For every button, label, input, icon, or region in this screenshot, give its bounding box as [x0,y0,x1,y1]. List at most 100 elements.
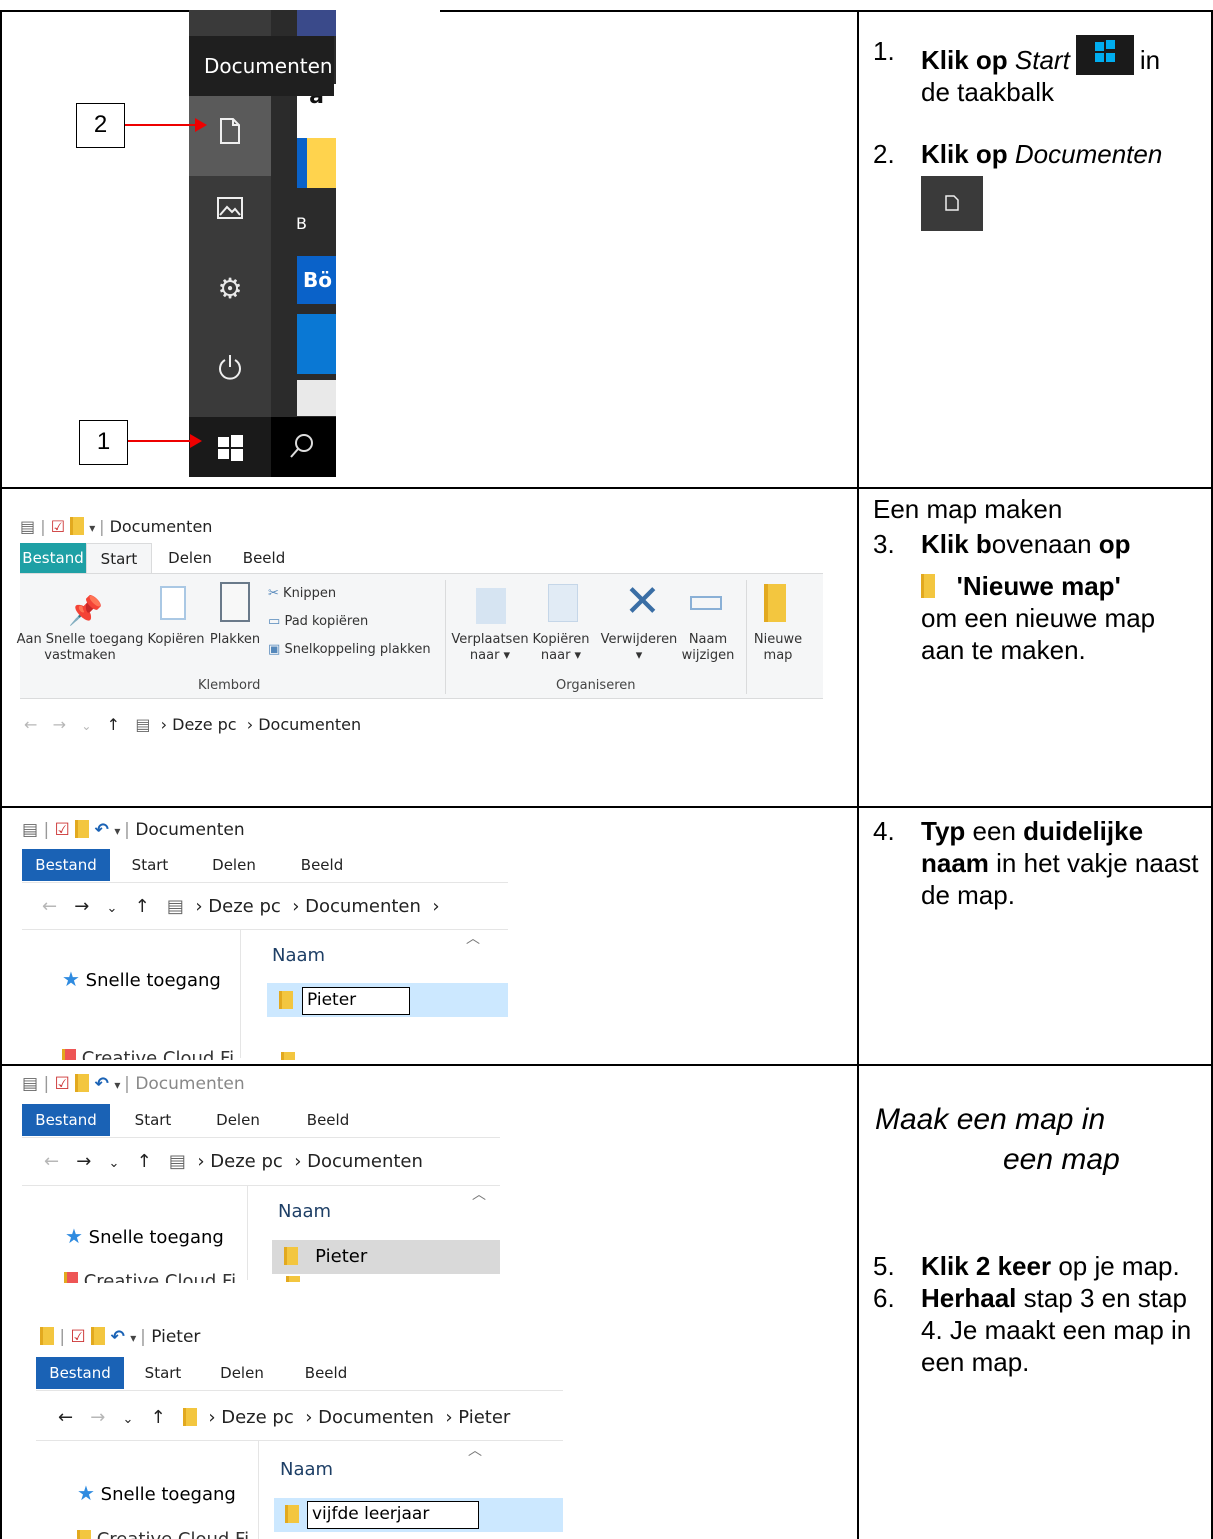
up-icon[interactable]: ↑ [151,1407,166,1428]
table-border-left [0,10,2,1539]
nav-quick-access[interactable]: ★ Snelle toegang [65,1224,224,1248]
breadcrumb-item[interactable]: Documenten [258,715,361,734]
breadcrumb-item[interactable]: Deze pc [172,715,236,734]
nav-creative-cloud[interactable]: Creative Cloud Fi [62,1048,237,1060]
back-icon[interactable]: ← [58,1407,73,1428]
breadcrumb-item[interactable]: Deze pc [221,1407,294,1428]
table-row-divider-3 [0,1064,1213,1066]
dropdown-icon[interactable]: ▾ [114,1078,124,1092]
pictures-icon[interactable] [189,196,271,226]
new-folder-button[interactable]: Nieuwe map [752,632,804,664]
undo-icon[interactable]: ↶ [111,1327,125,1347]
rename-field[interactable]: vijfde leerjaar [307,1501,479,1529]
rename-button[interactable]: Naam wijzigen [680,632,736,664]
checkbox-icon[interactable]: ☑ [55,1074,70,1094]
move-to-icon [476,588,506,624]
paste-shortcut-button[interactable]: ▣ Snelkoppeling plakken [268,642,431,658]
up-icon[interactable]: ↑ [107,715,120,734]
recent-icon[interactable]: ⌄ [123,1412,134,1427]
breadcrumb-item[interactable]: Deze pc [208,896,281,917]
breadcrumb-item[interactable]: Pieter [458,1407,510,1428]
tab-start[interactable]: Start [134,1357,192,1387]
undo-icon[interactable]: ↶ [95,1074,109,1094]
pin-button[interactable]: Aan Snelle toegang vastmaken [16,632,144,664]
forward-icon[interactable]: → [76,1151,91,1172]
move-to-button[interactable]: Verplaatsen naar ▾ [450,632,530,664]
column-header-name[interactable]: Naam [280,1459,333,1480]
breadcrumb-item[interactable]: Documenten [318,1407,434,1428]
dropdown-icon[interactable]: ▾ [130,1331,140,1345]
checkbox-icon[interactable]: ☑ [71,1327,86,1347]
nav-creative-cloud[interactable]: Creative Cloud Fi [64,1271,244,1283]
back-icon[interactable]: ← [42,896,57,917]
tab-start[interactable]: Start [86,543,152,573]
pane-divider [247,1186,248,1280]
back-icon[interactable]: ← [44,1151,59,1172]
tab-beeld[interactable]: Beeld [294,1357,358,1387]
step-2: 2. Klik op Documenten [873,138,1162,231]
dropdown-icon[interactable]: ▾ [89,521,99,535]
properties-icon[interactable]: ▤ [20,517,35,536]
properties-icon[interactable]: ▤ [22,1074,38,1094]
delete-button[interactable]: Verwijderen ▾ [598,632,680,664]
sort-chevron[interactable]: ︿ [468,1440,482,1460]
cut-button[interactable]: ✂ Knippen [268,586,336,602]
properties-icon[interactable]: ▤ [22,820,38,840]
tab-delen[interactable]: Delen [202,849,266,879]
nav-quick-access[interactable]: ★ Snelle toegang [62,967,221,991]
breadcrumb-item[interactable]: Deze pc [210,1151,283,1172]
tab-beeld[interactable]: Beeld [296,1104,360,1134]
tab-bestand[interactable]: Bestand [22,849,110,881]
undo-icon[interactable]: ↶ [95,820,109,840]
tab-bestand[interactable]: Bestand [20,543,86,573]
up-icon[interactable]: ↑ [137,1151,152,1172]
breadcrumb-item[interactable]: Documenten [307,1151,423,1172]
folder-row[interactable]: Pieter [284,1246,367,1267]
group-separator [746,580,747,694]
tab-beeld[interactable]: Beeld [290,849,354,879]
nav-quick-access[interactable]: ★ Snelle toegang [77,1481,236,1505]
address-bar[interactable]: ← → ⌄ ↑ ▤ › Deze pc › Documenten [44,1151,423,1172]
copy-button[interactable]: Kopiëren [144,632,208,648]
nav-creative-cloud[interactable]: Creative Cloud Fi [77,1529,257,1539]
tab-start[interactable]: Start [122,849,178,879]
tab-bestand[interactable]: Bestand [22,1104,110,1136]
tab-bestand[interactable]: Bestand [36,1357,124,1389]
tab-delen[interactable]: Delen [206,1104,270,1134]
power-icon[interactable] [189,354,271,389]
address-bar[interactable]: ← → ⌄ ↑ ▤ › Deze pc › Documenten › [42,896,440,917]
forward-icon[interactable]: → [74,896,89,917]
forward-icon[interactable]: → [90,1407,105,1428]
tab-delen[interactable]: Delen [160,543,220,573]
address-bar[interactable]: ← → ⌄ ↑ › Deze pc › Documenten › Pieter [58,1407,510,1428]
column-header-name[interactable]: Naam [272,945,325,966]
quick-access-toolbar: ▤ | ☑ ▾ | Documenten [20,517,213,536]
copy-path-button[interactable]: ▭ Pad kopiëren [268,614,368,630]
back-icon[interactable]: ← [24,715,37,734]
tile-chat [297,314,336,374]
checkbox-icon[interactable]: ☑ [55,820,70,840]
recent-icon[interactable]: ⌄ [107,901,118,916]
documents-location-icon: ▤ [168,1151,186,1172]
dropdown-icon[interactable]: ▾ [114,824,124,838]
table-column-divider [857,10,859,1539]
settings-icon[interactable]: ⚙ [189,272,271,305]
address-bar[interactable]: ← → ⌄ ↑ ▤ › Deze pc › Documenten [24,715,361,734]
up-icon[interactable]: ↑ [135,896,150,917]
rename-field[interactable]: Pieter [302,987,410,1015]
tab-start[interactable]: Start [124,1104,182,1134]
search-icon[interactable] [289,433,315,463]
tab-delen[interactable]: Delen [210,1357,274,1387]
breadcrumb-item[interactable]: Documenten [305,896,421,917]
recent-icon[interactable]: ⌄ [109,1156,120,1171]
checkbox-icon[interactable]: ☑ [51,517,65,536]
sort-chevron[interactable]: ︿ [466,928,480,948]
recent-icon[interactable]: ⌄ [81,719,91,733]
copy-to-button[interactable]: Kopiëren naar ▾ [530,632,592,664]
paste-button[interactable]: Plakken [207,632,263,648]
table-row-divider-1 [0,487,1213,489]
tab-beeld[interactable]: Beeld [234,543,294,573]
sort-chevron[interactable]: ︿ [472,1184,486,1204]
forward-icon[interactable]: → [53,715,66,734]
column-header-name[interactable]: Naam [278,1201,331,1222]
